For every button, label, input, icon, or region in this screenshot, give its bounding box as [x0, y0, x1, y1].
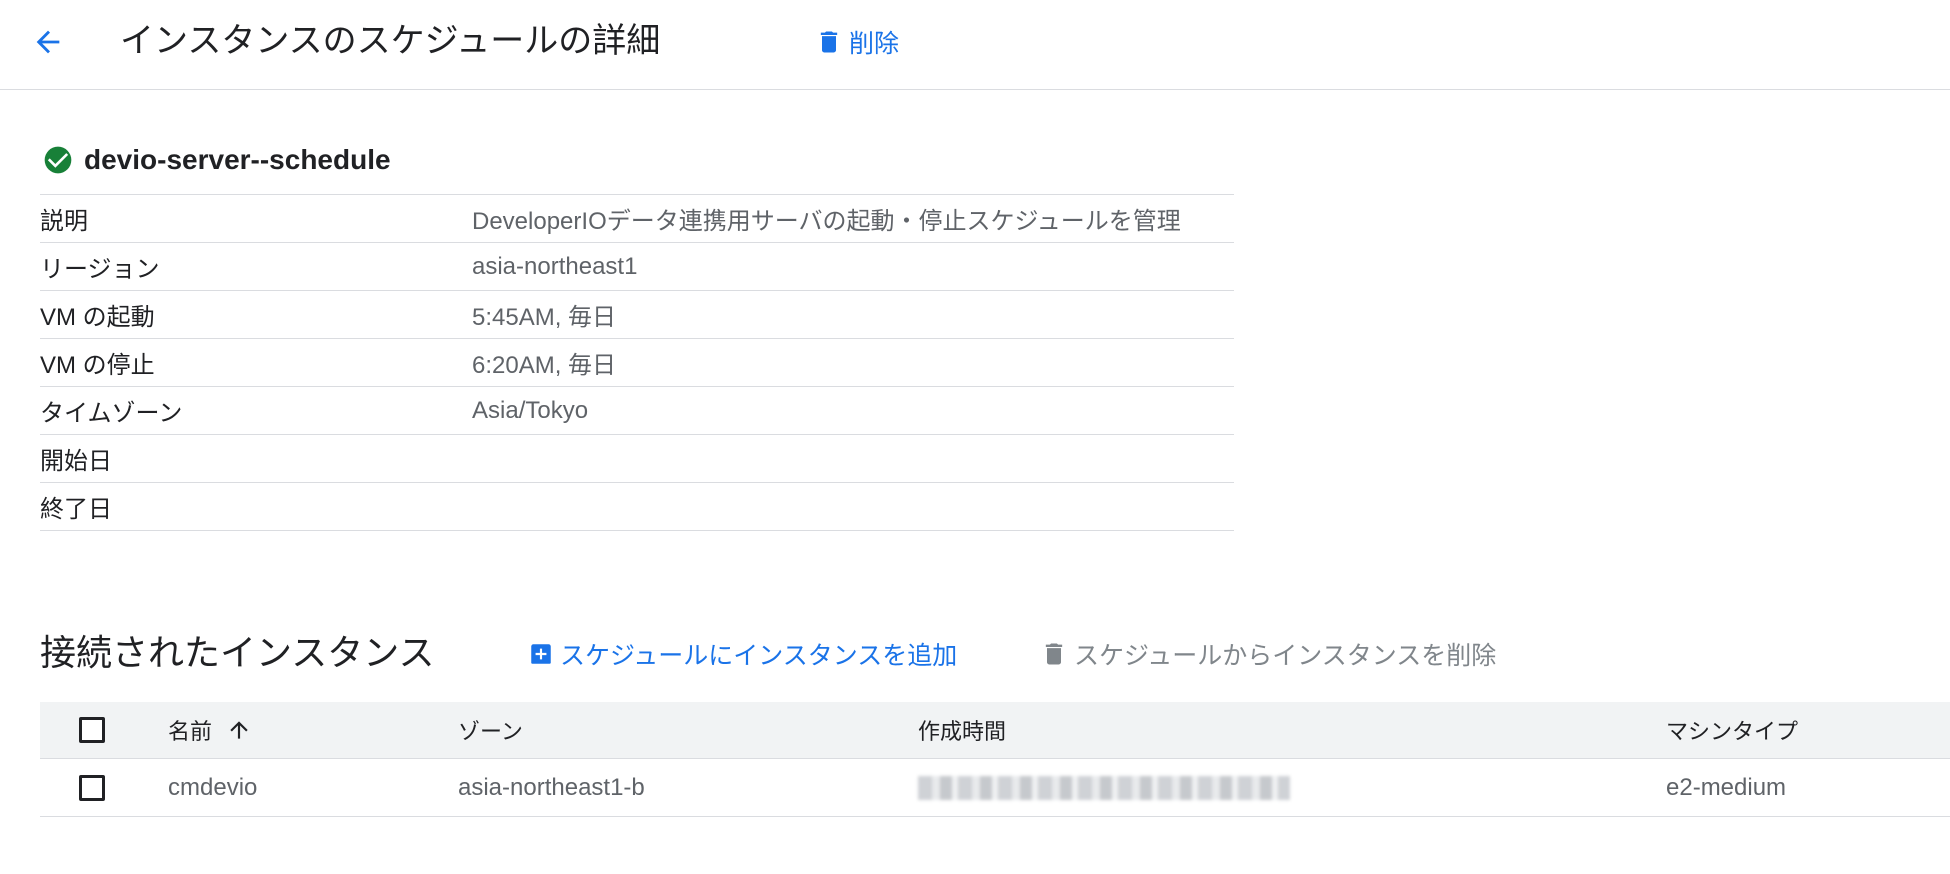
column-name-label: 名前 — [168, 719, 213, 744]
back-button[interactable] — [28, 22, 68, 62]
remove-instance-button[interactable]: スケジュールからインスタンスを削除 — [1040, 636, 1496, 672]
remove-instance-label: スケジュールからインスタンスを削除 — [1074, 642, 1497, 670]
add-instance-button[interactable]: スケジュールにインスタンスを追加 — [528, 636, 957, 672]
detail-value: Asia/Tokyo — [472, 396, 589, 424]
instance-machine-type: e2-medium — [1666, 773, 1787, 801]
detail-value: asia-northeast1 — [472, 252, 638, 280]
column-header-zone[interactable]: ゾーン — [458, 702, 523, 758]
table-header: 名前 ゾーン 作成時間 マシンタイプ — [40, 702, 1950, 759]
detail-value: DeveloperIOデータ連携用サーバの起動・停止スケジュールを管理 — [472, 208, 1181, 235]
page-title: インスタンスのスケジュールの詳細 — [120, 22, 661, 60]
detail-row-region: リージョン asia-northeast1 — [40, 243, 1234, 291]
schedule-details: 説明 DeveloperIOデータ連携用サーバの起動・停止スケジュールを管理 リ… — [40, 194, 1234, 531]
detail-row-start-date: 開始日 — [40, 435, 1234, 483]
schedule-name-row: devio-server--schedule — [42, 140, 391, 180]
detail-label: VM の起動 — [40, 304, 155, 331]
detail-label: リージョン — [40, 256, 160, 283]
add-box-icon — [528, 639, 554, 669]
redacted-timestamp — [918, 775, 1290, 800]
detail-label: 終了日 — [40, 496, 112, 523]
check-circle-icon — [42, 144, 74, 176]
add-instance-label: スケジュールにインスタンスを追加 — [560, 642, 958, 670]
schedule-name: devio-server--schedule — [84, 144, 391, 175]
instances-table: 名前 ゾーン 作成時間 マシンタイプ cmdevio asia-northeas… — [40, 702, 1950, 817]
row-select-cell — [79, 759, 105, 816]
page-header: インスタンスのスケジュールの詳細 削除 — [0, 0, 1950, 90]
detail-row-description: 説明 DeveloperIOデータ連携用サーバの起動・停止スケジュールを管理 — [40, 195, 1234, 243]
trash-icon — [1040, 639, 1068, 669]
detail-label: 開始日 — [40, 448, 112, 475]
detail-label: タイムゾーン — [40, 400, 183, 427]
table-row: cmdevio asia-northeast1-b e2-medium — [40, 759, 1950, 817]
column-header-machine-type[interactable]: マシンタイプ — [1666, 702, 1798, 758]
instance-created-redacted — [918, 759, 1290, 816]
detail-row-vm-stop: VM の停止 6:20AM, 毎日 — [40, 339, 1234, 387]
delete-schedule-label: 削除 — [849, 30, 900, 58]
delete-schedule-button[interactable]: 削除 — [815, 24, 899, 60]
detail-value: 5:45AM, 毎日 — [472, 304, 617, 331]
instances-section-title: 接続されたインスタンス — [40, 632, 435, 673]
column-header-name[interactable]: 名前 — [168, 702, 252, 758]
arrow-upward-icon — [226, 716, 252, 744]
detail-value: 6:20AM, 毎日 — [472, 352, 617, 379]
select-all-checkbox[interactable] — [79, 717, 105, 743]
arrow-back-icon — [36, 30, 60, 54]
detail-row-timezone: タイムゾーン Asia/Tokyo — [40, 387, 1234, 435]
row-checkbox[interactable] — [79, 774, 105, 801]
instance-zone: asia-northeast1-b — [458, 773, 645, 801]
detail-row-vm-start: VM の起動 5:45AM, 毎日 — [40, 291, 1234, 339]
detail-row-end-date: 終了日 — [40, 483, 1234, 531]
detail-label: VM の停止 — [40, 352, 155, 379]
detail-label: 説明 — [40, 208, 88, 235]
select-all-cell — [79, 702, 105, 758]
trash-icon — [815, 27, 843, 57]
instance-name: cmdevio — [168, 773, 258, 801]
column-header-created[interactable]: 作成時間 — [918, 702, 1006, 758]
